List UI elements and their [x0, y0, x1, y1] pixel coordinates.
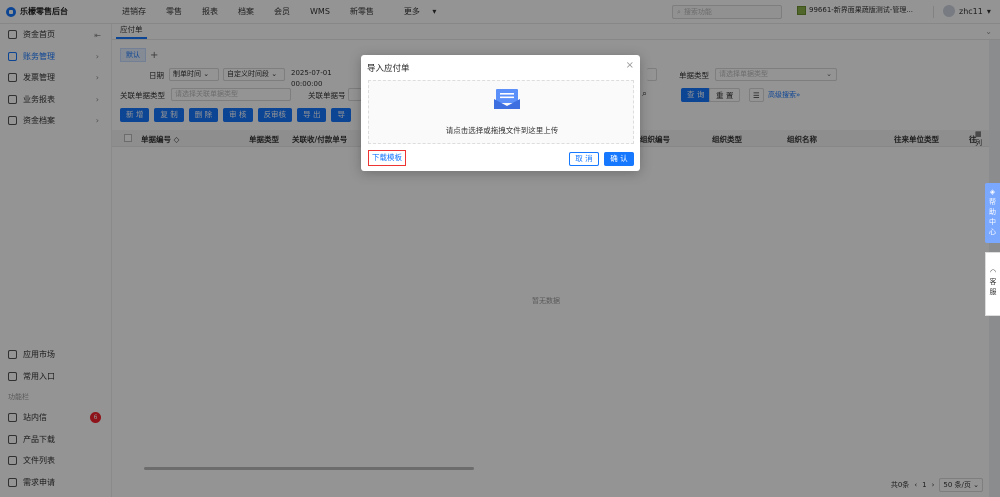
upload-dropzone[interactable]: 请点击选择或拖拽文件到这里上传 — [368, 80, 634, 144]
upload-hint: 请点击选择或拖拽文件到这里上传 — [445, 126, 559, 135]
help-center-tab[interactable]: ◈ 帮助中心 — [985, 183, 1000, 243]
confirm-button[interactable]: 确 认 — [604, 152, 634, 166]
close-icon[interactable]: × — [626, 60, 634, 71]
dialog-title: 导入应付单 — [367, 64, 410, 74]
help-icon: ◈ — [989, 188, 996, 196]
download-template-link[interactable]: 下载模板 — [368, 150, 406, 166]
service-label: 客服 — [989, 278, 997, 296]
envelope-icon — [494, 89, 520, 109]
headset-icon: ◠ — [989, 268, 997, 276]
customer-service-tab[interactable]: ◠ 客服 — [985, 252, 1000, 316]
cancel-button[interactable]: 取 消 — [569, 152, 599, 166]
import-dialog: 导入应付单 × 请点击选择或拖拽文件到这里上传 下载模板 取 消 确 认 — [361, 55, 640, 171]
help-label: 帮助中心 — [989, 198, 996, 236]
